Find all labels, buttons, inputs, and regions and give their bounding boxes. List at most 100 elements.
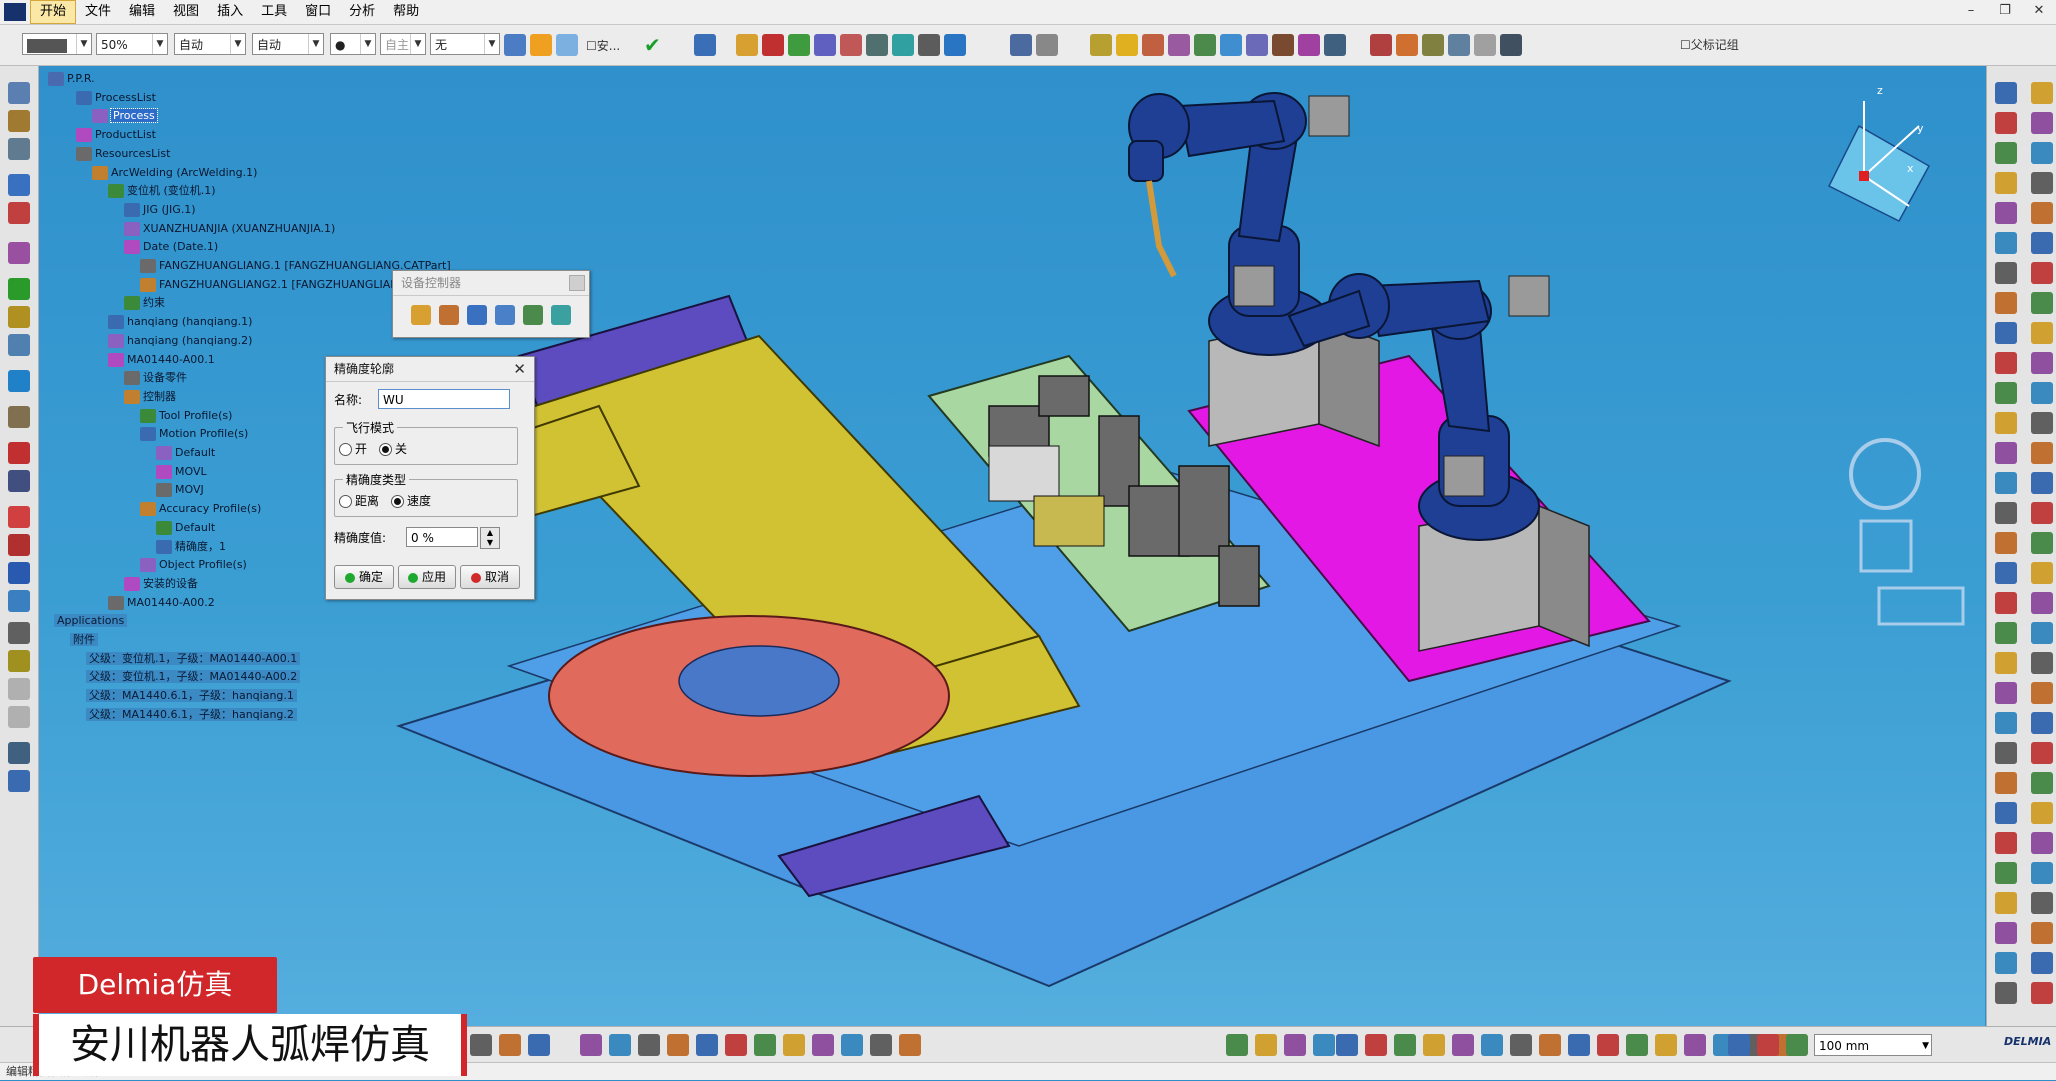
workbench-tool-icon[interactable]	[1995, 952, 2017, 974]
workbench-tool-icon[interactable]	[2031, 232, 2053, 254]
cancel-button[interactable]: 取消	[460, 565, 520, 589]
link-icon[interactable]	[8, 650, 30, 672]
fly-icon[interactable]	[8, 110, 30, 132]
workbench-tool-icon[interactable]	[2031, 442, 2053, 464]
view-tool-icon[interactable]	[1626, 1034, 1648, 1056]
jog-device-icon[interactable]	[411, 305, 431, 325]
joint-icon[interactable]	[8, 306, 30, 328]
copy-format-icon[interactable]	[556, 34, 578, 56]
mount-icon[interactable]	[8, 534, 30, 556]
paint-brush-icon[interactable]	[504, 34, 526, 56]
workbench-tool-icon[interactable]	[1995, 772, 2017, 794]
workbench-tool-icon[interactable]	[1995, 712, 2017, 734]
program-icon[interactable]	[1298, 34, 1320, 56]
app-logo-icon[interactable]	[4, 3, 26, 21]
workbench-tool-icon[interactable]	[1995, 502, 2017, 524]
dialog-close-icon[interactable]: ✕	[513, 357, 526, 381]
workbench-tool-icon[interactable]	[1995, 322, 2017, 344]
line-icon[interactable]	[8, 242, 30, 264]
workbench-tool-icon[interactable]	[1995, 622, 2017, 644]
menu-start[interactable]: 开始	[30, 0, 77, 24]
workbench-tool-icon[interactable]	[2031, 502, 2053, 524]
view-tool-icon[interactable]	[812, 1034, 834, 1056]
view-tool-icon[interactable]	[696, 1034, 718, 1056]
workbench-tool-icon[interactable]	[2031, 832, 2053, 854]
workbench-tool-icon[interactable]	[1995, 742, 2017, 764]
tool-device-icon[interactable]	[523, 305, 543, 325]
workbench-tool-icon[interactable]	[2031, 652, 2053, 674]
tree-node[interactable]: 变位机 (变位机.1)	[108, 182, 216, 200]
mechanism-icon[interactable]	[8, 278, 30, 300]
restore-icon[interactable]: ❐	[1988, 0, 2022, 22]
workbench-tool-icon[interactable]	[2031, 262, 2053, 284]
application-node[interactable]: 父级：变位机.1，子级：MA01440-A00.1	[86, 650, 301, 668]
menu-edit[interactable]: 编辑	[120, 1, 164, 23]
workbench-tool-icon[interactable]	[1995, 292, 2017, 314]
view-tool-icon[interactable]	[1655, 1034, 1677, 1056]
device-icon[interactable]	[8, 590, 30, 612]
tree-node[interactable]: Motion Profile(s)	[140, 425, 248, 443]
workbench-tool-icon[interactable]	[1995, 172, 2017, 194]
workbench-tool-icon[interactable]	[1995, 562, 2017, 584]
accuracy-value-input[interactable]: 0 %	[406, 527, 478, 547]
workbench-tool-icon[interactable]	[1995, 112, 2017, 134]
tree-node[interactable]: 控制器	[124, 388, 176, 406]
type-speed-radio[interactable]: 速度	[391, 492, 431, 509]
select-icon[interactable]	[8, 82, 30, 104]
layer-select[interactable]: 无 ▼	[430, 33, 500, 55]
fly-on-radio[interactable]: 开	[339, 440, 367, 457]
torch-icon[interactable]	[1422, 34, 1444, 56]
view-tool-icon[interactable]	[870, 1034, 892, 1056]
tag-group-icon[interactable]	[944, 34, 966, 56]
simulation-icon[interactable]	[1010, 34, 1032, 56]
view-tool-icon[interactable]	[1728, 1034, 1750, 1056]
view-tool-icon[interactable]	[1684, 1034, 1706, 1056]
check-icon[interactable]: ✔	[644, 33, 661, 57]
menu-file[interactable]: 文件	[76, 1, 120, 23]
workbench-tool-icon[interactable]	[2031, 862, 2053, 884]
travel-limits-icon[interactable]	[866, 34, 888, 56]
tree-node[interactable]: hanqiang (hanqiang.1)	[108, 313, 252, 331]
application-node[interactable]: Applications	[54, 612, 128, 630]
workbench-tool-icon[interactable]	[2031, 292, 2053, 314]
weld-icon[interactable]	[1370, 34, 1392, 56]
paint-icon[interactable]	[530, 34, 552, 56]
point-style-select[interactable]: ● ▼	[330, 33, 376, 55]
tree-node[interactable]: ResourcesList	[76, 145, 170, 163]
tree-node[interactable]: ArcWelding (ArcWelding.1)	[92, 164, 257, 182]
profile-icon[interactable]	[8, 562, 30, 584]
view-tool-icon[interactable]	[1757, 1034, 1779, 1056]
catalog-icon[interactable]	[694, 34, 716, 56]
application-node[interactable]: 父级：MA1440.6.1，子级：hanqiang.1	[86, 687, 297, 705]
safe-checkbox[interactable]: ☐安...	[586, 37, 620, 54]
tree-node[interactable]: MA01440-A00.2	[108, 594, 215, 612]
parent-child-checkbox[interactable]: ☐父标记组	[1680, 36, 1739, 53]
view-tool-icon[interactable]	[499, 1034, 521, 1056]
controller-settings-icon[interactable]	[467, 305, 487, 325]
workbench-tool-icon[interactable]	[2031, 142, 2053, 164]
view-tool-icon[interactable]	[528, 1034, 550, 1056]
snap-icon[interactable]	[8, 370, 30, 392]
kinematics-icon[interactable]	[8, 334, 30, 356]
tree-node[interactable]: hanqiang (hanqiang.2)	[108, 332, 252, 350]
workbench-tool-icon[interactable]	[2031, 772, 2053, 794]
workbench-tool-icon[interactable]	[1995, 442, 2017, 464]
tree-node[interactable]: Date (Date.1)	[124, 238, 218, 256]
workbench-tool-icon[interactable]	[2031, 382, 2053, 404]
view-tool-icon[interactable]	[754, 1034, 776, 1056]
robot-program-icon[interactable]	[1324, 34, 1346, 56]
workbench-tool-icon[interactable]	[2031, 712, 2053, 734]
workbench-tool-icon[interactable]	[1995, 652, 2017, 674]
workbench-tool-icon[interactable]	[2031, 82, 2053, 104]
signal-icon[interactable]	[1246, 34, 1268, 56]
tree-node[interactable]: Tool Profile(s)	[140, 407, 232, 425]
type-distance-radio[interactable]: 距离	[339, 492, 379, 509]
units-select[interactable]: 100 mm ▼	[1814, 1034, 1932, 1056]
layer-mode-select[interactable]: 自主 ▼	[380, 33, 426, 55]
name-input[interactable]: WU	[378, 389, 510, 409]
application-node[interactable]: 父级：MA1440.6.1，子级：hanqiang.2	[86, 706, 297, 724]
workbench-tool-icon[interactable]	[2031, 412, 2053, 434]
view-tool-icon[interactable]	[1226, 1034, 1248, 1056]
tree-node[interactable]: ProcessList	[76, 89, 156, 107]
process-run-icon[interactable]	[1036, 34, 1058, 56]
